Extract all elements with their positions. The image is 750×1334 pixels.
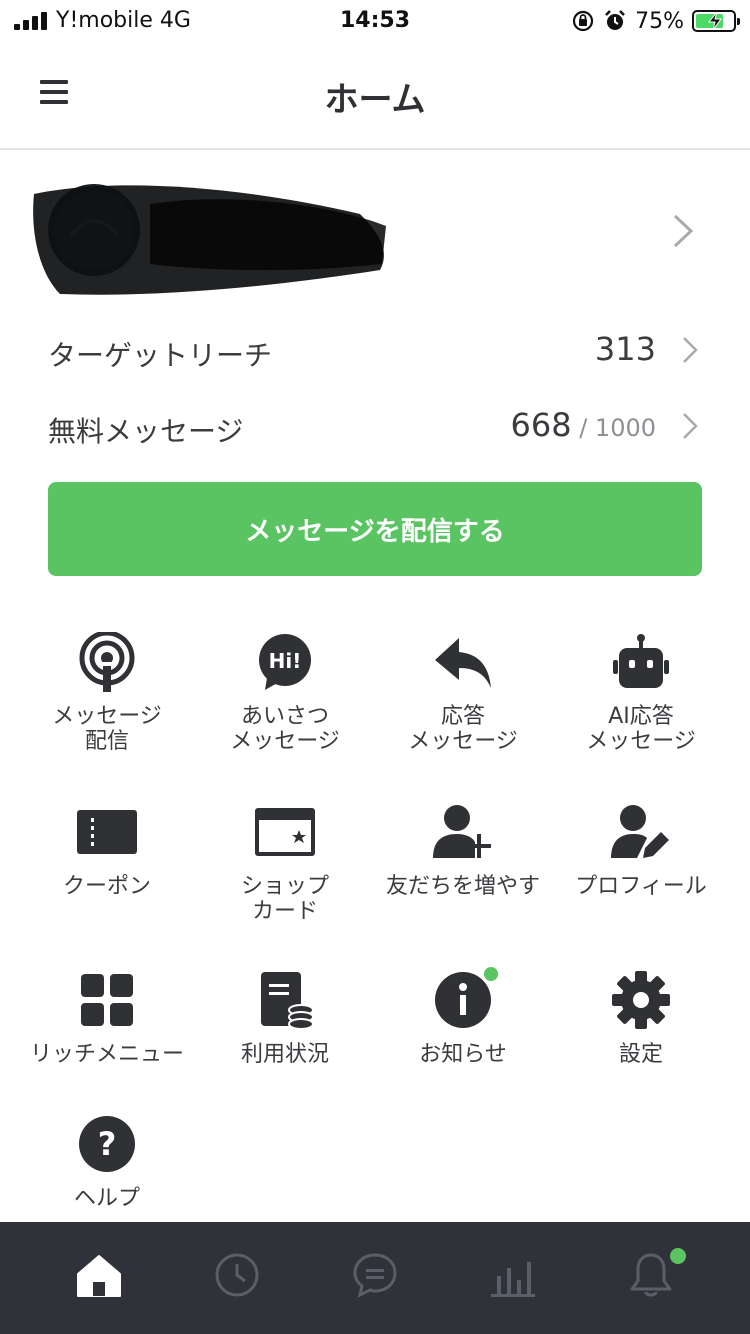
page-title: ホーム	[324, 80, 426, 120]
grid-label: 友だちを増やす	[385, 874, 540, 899]
broadcast-icon	[79, 632, 135, 692]
chat-icon[interactable]	[350, 1250, 400, 1300]
account-card[interactable]	[0, 152, 750, 312]
grid-label: メッセージ 配信	[52, 704, 162, 754]
help-icon: ?	[79, 1116, 135, 1172]
robot-icon	[613, 634, 669, 688]
grid-label: 利用状況	[240, 1042, 329, 1067]
add-friend-icon	[433, 805, 491, 858]
chart-icon[interactable]	[488, 1250, 538, 1300]
greeting-bubble-icon: Hi!	[259, 634, 311, 690]
grid-label: プロフィール	[575, 874, 707, 899]
grid-label: あいさつ メッセージ	[230, 704, 340, 754]
grid-label: リッチメニュー	[29, 1042, 184, 1067]
battery-icon	[692, 10, 740, 32]
svg-text:?: ?	[98, 1125, 117, 1163]
redacted-account-info	[33, 184, 386, 295]
gear-icon	[612, 971, 670, 1029]
target-reach-row[interactable]: ターゲットリーチ 313	[48, 322, 702, 382]
grid-label: 応答 メッセージ	[408, 704, 518, 754]
alarm-icon	[605, 10, 625, 30]
bottom-tab-bar	[0, 1222, 750, 1334]
profile-edit-icon	[611, 805, 669, 858]
chevron-right-icon	[673, 214, 694, 248]
reply-icon	[435, 638, 491, 688]
grid-label: お知らせ	[419, 1042, 507, 1067]
stat-limit: / 1000	[571, 414, 656, 442]
grid-label: ヘルプ	[73, 1186, 140, 1211]
chevron-right-icon	[683, 413, 698, 439]
status-indicators: 75%	[571, 6, 740, 36]
notice-badge-dot	[484, 967, 498, 981]
stat-value: 313	[594, 330, 656, 368]
send-message-button[interactable]: メッセージを配信する	[48, 482, 702, 576]
grid-label: ショップ カード	[240, 874, 329, 924]
coupon-icon	[77, 810, 137, 854]
svg-text:Hi!: Hi!	[269, 649, 302, 673]
rich-menu-icon	[81, 974, 133, 1026]
clock-icon[interactable]	[212, 1250, 262, 1300]
app-header: ホーム	[0, 44, 750, 150]
bell-icon[interactable]	[626, 1250, 676, 1300]
shop-card-icon	[255, 808, 315, 856]
info-icon	[435, 972, 491, 1028]
charging-bolt-icon	[707, 12, 722, 30]
rotation-lock-icon	[572, 10, 594, 32]
grid-label: 設定	[618, 1042, 663, 1067]
battery-percent: 75%	[635, 8, 684, 34]
grid-label: クーポン	[62, 874, 151, 899]
stat-label: ターゲットリーチ	[48, 339, 273, 372]
status-bar: Y!mobile 4G 14:53 75%	[0, 0, 750, 44]
free-messages-row[interactable]: 無料メッセージ 668 / 1000	[48, 398, 702, 458]
grid-label: AI応答 メッセージ	[586, 704, 696, 754]
stat-value: 668 / 1000	[510, 406, 657, 444]
usage-icon	[261, 972, 314, 1030]
home-icon[interactable]	[74, 1250, 124, 1300]
stat-label: 無料メッセージ	[48, 415, 244, 448]
chevron-right-icon	[683, 337, 698, 363]
bell-badge-dot	[670, 1248, 686, 1264]
